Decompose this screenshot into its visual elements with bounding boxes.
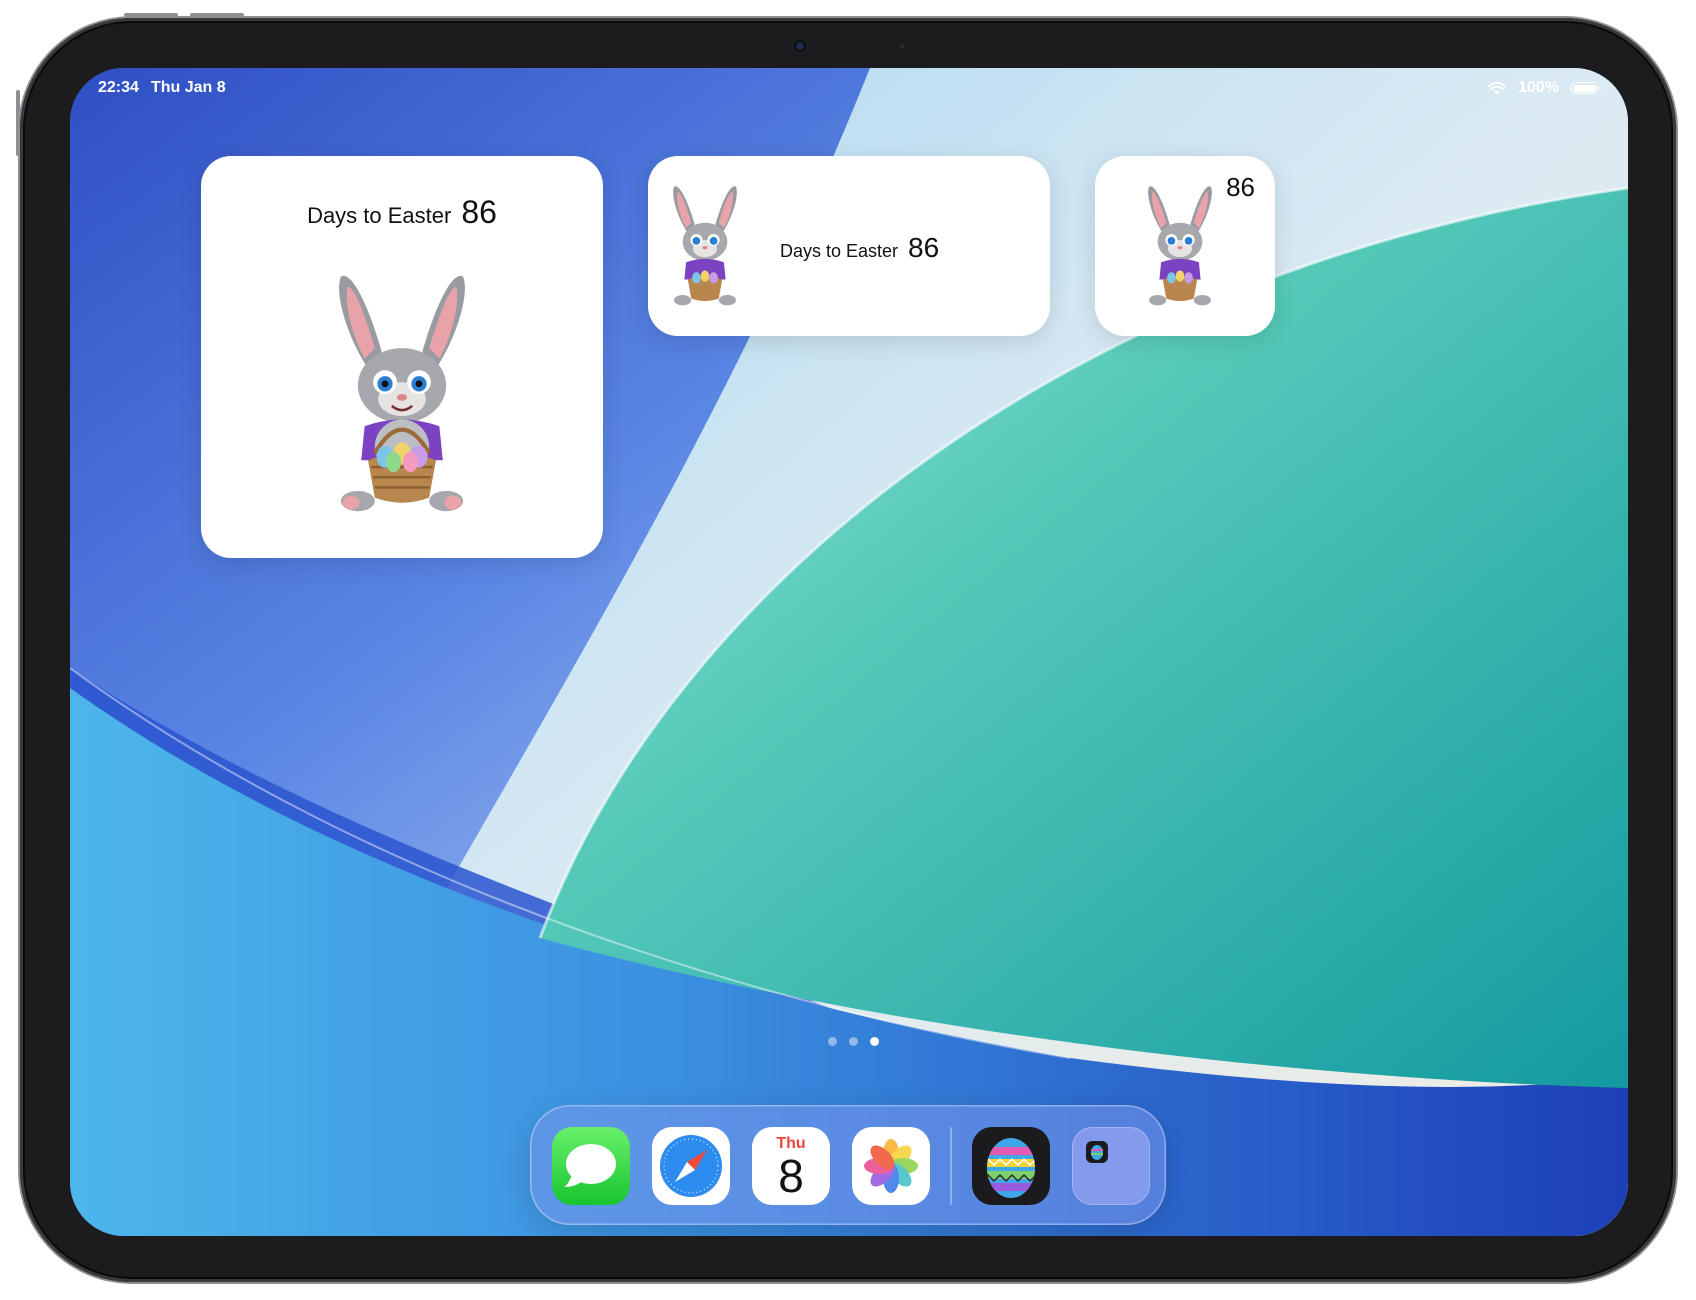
widget-label: Days to Easter bbox=[780, 241, 899, 261]
days-count: 86 bbox=[1226, 172, 1255, 202]
compass-icon bbox=[660, 1135, 722, 1197]
widget-label: Days to Easter bbox=[307, 203, 452, 228]
widget-title-row: Days to Easter 86 bbox=[780, 232, 939, 264]
page-dot[interactable] bbox=[828, 1037, 837, 1046]
status-bar-left: 22:34 Thu Jan 8 bbox=[98, 76, 226, 100]
easter-egg-icon bbox=[987, 1138, 1035, 1198]
app-folder[interactable] bbox=[1072, 1127, 1150, 1205]
calendar-date: 8 bbox=[778, 1150, 804, 1202]
easter-egg-icon bbox=[1091, 1145, 1103, 1160]
bunny-illustration bbox=[339, 275, 465, 512]
bunny-illustration bbox=[1148, 186, 1212, 306]
battery-percent: 100% bbox=[1518, 79, 1559, 96]
battery-icon bbox=[1571, 82, 1601, 94]
status-date: Thu Jan 8 bbox=[150, 79, 226, 96]
photos-app[interactable] bbox=[852, 1127, 930, 1205]
wifi-icon bbox=[1488, 81, 1507, 94]
page-dot[interactable] bbox=[849, 1037, 858, 1046]
widget-title-row: Days to Easter 86 bbox=[201, 194, 603, 231]
messages-app[interactable] bbox=[552, 1127, 630, 1205]
speech-bubble-icon bbox=[564, 1144, 616, 1187]
top-button bbox=[124, 13, 178, 17]
days-count: 86 bbox=[908, 232, 940, 263]
battery-fill bbox=[1573, 84, 1596, 92]
safari-app[interactable] bbox=[652, 1127, 730, 1205]
page-dot-current[interactable] bbox=[870, 1037, 879, 1046]
front-camera bbox=[796, 42, 804, 50]
dock-separator bbox=[950, 1127, 952, 1205]
flower-icon bbox=[864, 1139, 918, 1193]
easter-widget-small[interactable]: 86 bbox=[1095, 156, 1275, 336]
side-button bbox=[16, 90, 20, 156]
status-time: 22:34 bbox=[98, 79, 139, 96]
bunny-illustration bbox=[673, 186, 737, 306]
status-bar-right: 100% bbox=[1488, 76, 1601, 100]
volume-button bbox=[190, 13, 244, 17]
easter-widget-large[interactable]: Days to Easter 86 bbox=[201, 156, 603, 558]
folder-icon bbox=[1086, 1141, 1108, 1163]
ambient-sensor bbox=[900, 44, 905, 49]
easter-widget-medium[interactable]: Days to Easter 86 bbox=[648, 156, 1050, 336]
dock: Thu 8 bbox=[530, 1105, 1166, 1225]
home-screen: 22:34 Thu Jan 8 100% Days to Easter 86 D… bbox=[70, 68, 1628, 1236]
page-indicator[interactable] bbox=[828, 1037, 879, 1046]
days-count: 86 bbox=[461, 194, 497, 230]
easter-egg-app[interactable] bbox=[972, 1127, 1050, 1205]
calendar-app[interactable]: Thu 8 bbox=[752, 1127, 830, 1205]
